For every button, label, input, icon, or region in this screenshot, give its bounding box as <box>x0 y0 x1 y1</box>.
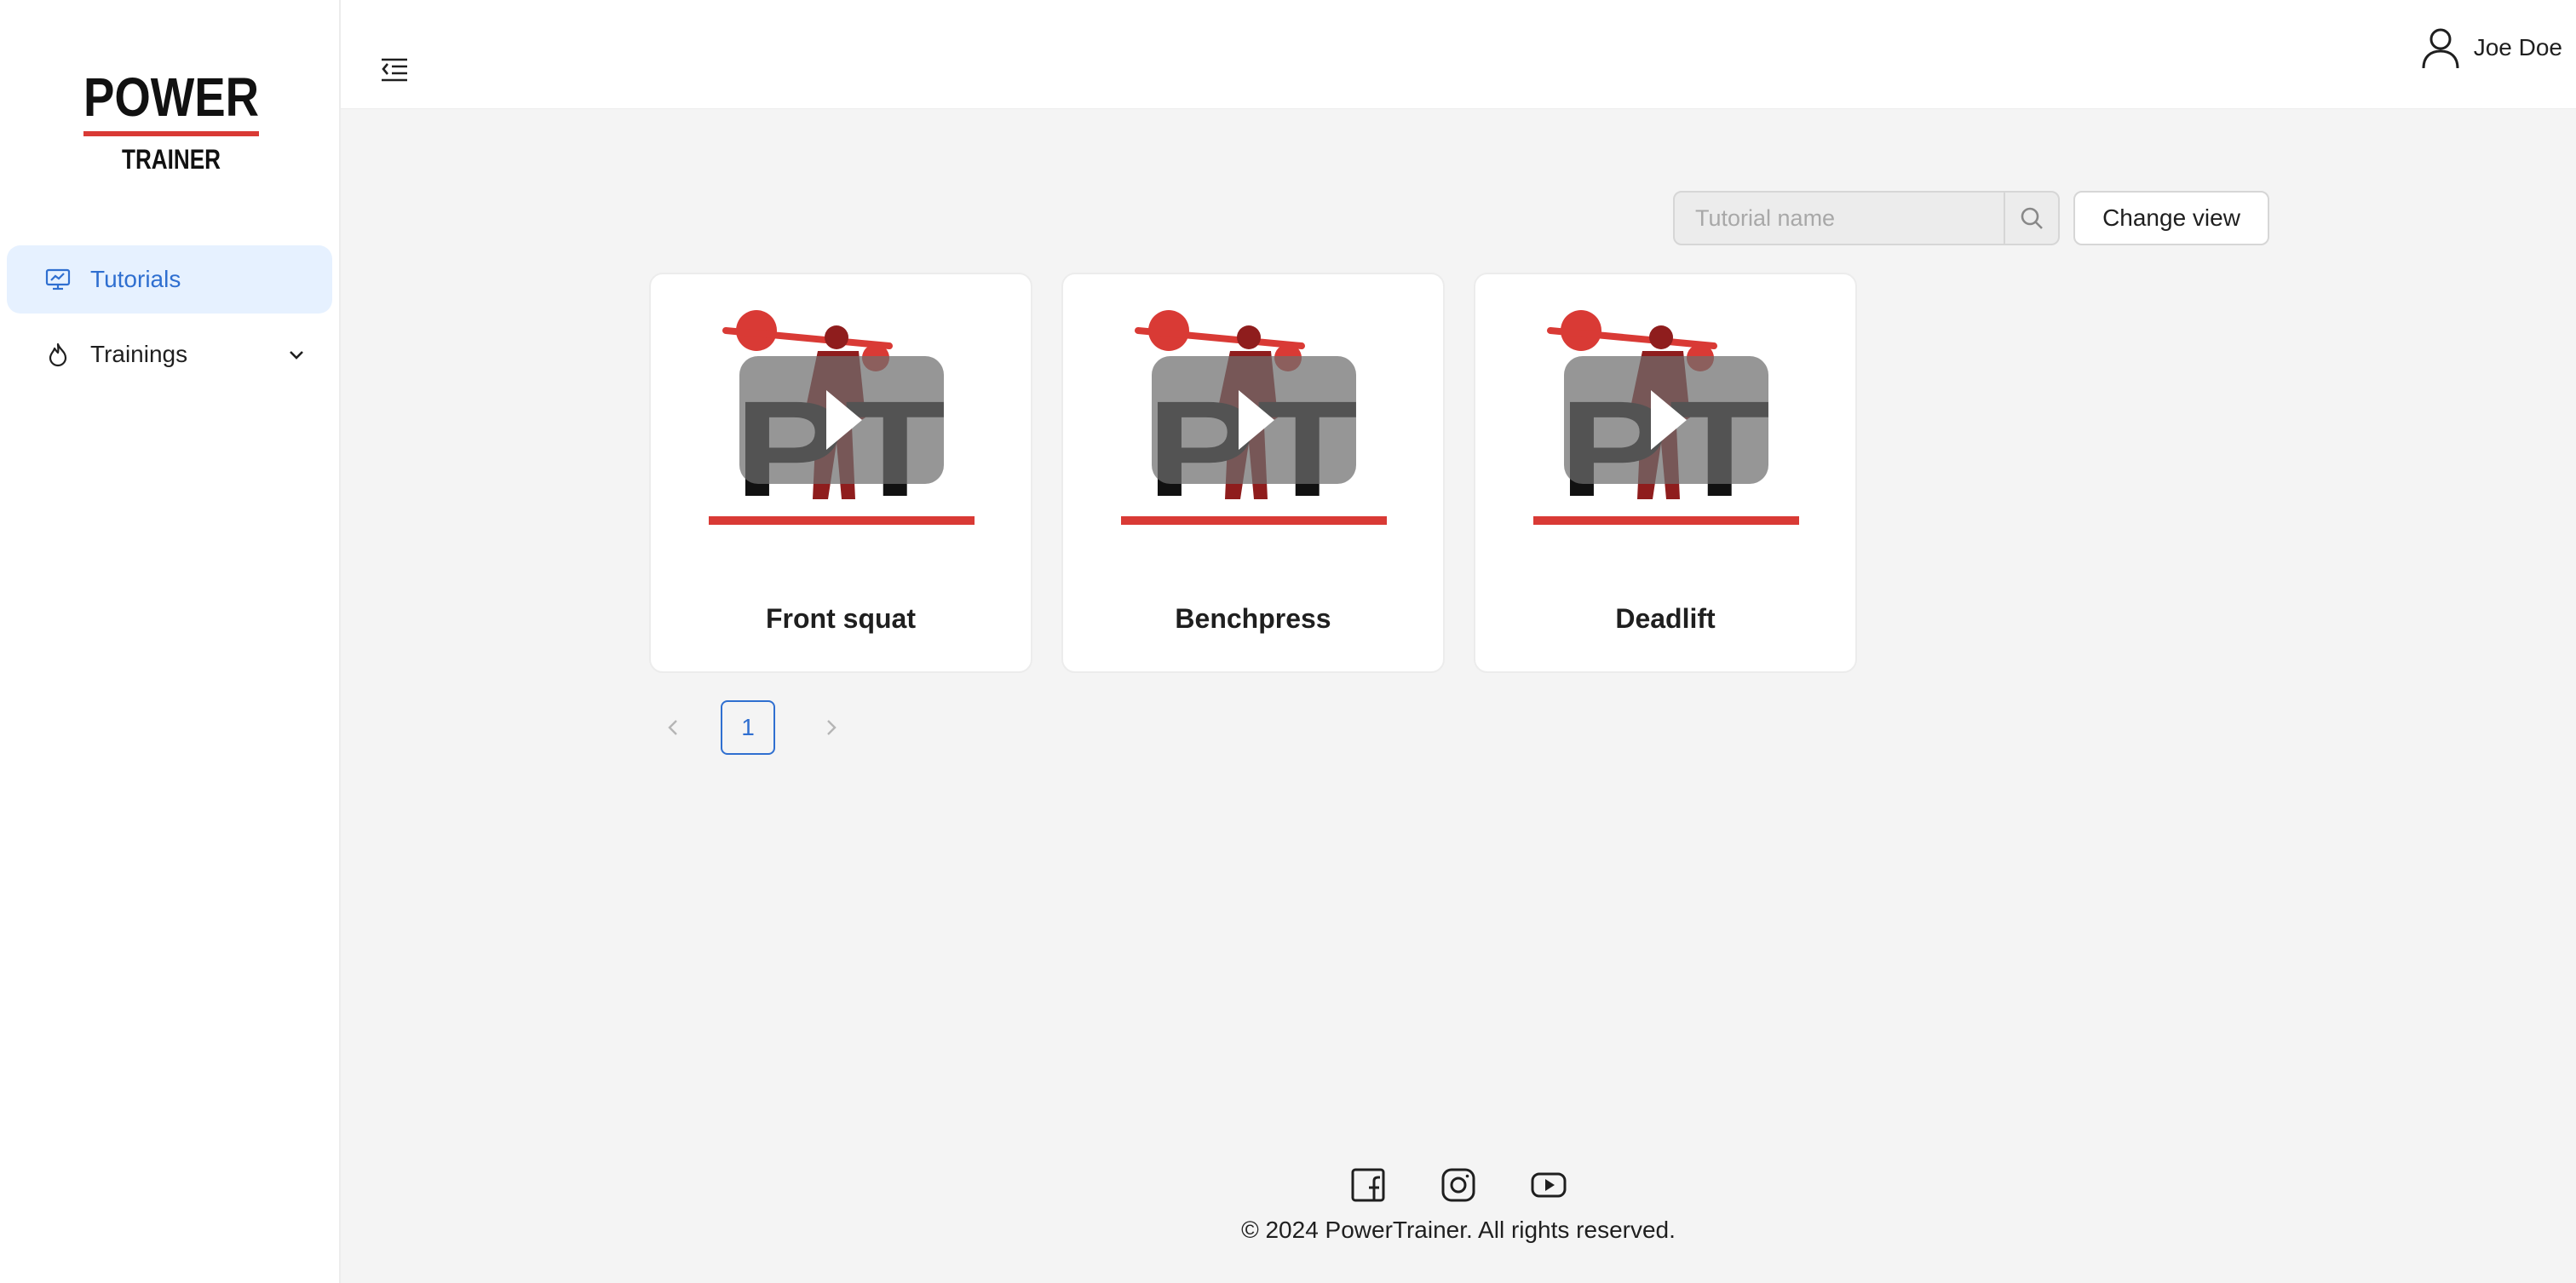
tutorial-card[interactable]: PT Front squat <box>649 273 1032 673</box>
pagination-next-button[interactable] <box>806 700 857 755</box>
sidebar-item-tutorials[interactable]: Tutorials <box>7 245 332 314</box>
copyright-text: © 2024 PowerTrainer. All rights reserved… <box>1241 1217 1676 1243</box>
svg-text:POWER: POWER <box>83 66 259 128</box>
video-thumbnail[interactable]: PT <box>1533 307 1799 525</box>
video-thumbnail[interactable]: PT <box>709 307 975 525</box>
chevron-right-icon <box>827 720 837 735</box>
menu-fold-icon[interactable] <box>380 56 409 82</box>
search-icon <box>2021 207 2043 229</box>
youtube-icon[interactable] <box>1531 1167 1567 1203</box>
app-root: POWER TRAINER Tutorials Trainings Joe Do… <box>0 0 2576 1283</box>
search-input[interactable] <box>1675 193 2004 244</box>
power-trainer-logo[interactable]: POWER TRAINER <box>82 66 261 177</box>
facebook-icon[interactable] <box>1350 1167 1386 1203</box>
change-view-button[interactable]: Change view <box>2073 191 2269 245</box>
top-header: Joe Doe <box>341 0 2576 109</box>
flame-icon <box>44 341 72 368</box>
presentation-chart-icon <box>44 266 72 293</box>
tutorial-card[interactable]: PT Benchpress <box>1061 273 1445 673</box>
chevron-left-icon <box>668 720 677 735</box>
svg-text:TRAINER: TRAINER <box>122 144 221 175</box>
sidebar-nav: Tutorials Trainings <box>7 245 332 395</box>
footer: © 2024 PowerTrainer. All rights reserved… <box>341 1167 2576 1244</box>
user-icon <box>2422 28 2459 69</box>
tutorial-search <box>1673 191 2060 245</box>
pagination-page-1[interactable]: 1 <box>721 700 775 755</box>
sidebar-item-trainings[interactable]: Trainings <box>7 320 332 388</box>
pagination: 1 <box>647 700 857 755</box>
video-thumbnail[interactable]: PT <box>1121 307 1387 525</box>
pagination-prev-button[interactable] <box>647 700 699 755</box>
search-button[interactable] <box>2004 193 2058 244</box>
sidebar: POWER TRAINER Tutorials Trainings <box>0 0 341 1283</box>
user-name: Joe Doe <box>2473 34 2562 60</box>
instagram-icon[interactable] <box>1440 1167 1476 1203</box>
user-menu[interactable]: Joe Doe <box>2419 26 2562 70</box>
card-title: Benchpress <box>1175 603 1331 634</box>
sidebar-item-label: Trainings <box>90 341 188 367</box>
card-title: Front squat <box>766 603 916 634</box>
chevron-down-icon[interactable] <box>286 344 307 365</box>
sidebar-item-label: Tutorials <box>90 266 181 292</box>
social-links <box>341 1167 2576 1203</box>
card-title: Deadlift <box>1615 603 1716 634</box>
tutorial-card[interactable]: PT Deadlift <box>1474 273 1857 673</box>
